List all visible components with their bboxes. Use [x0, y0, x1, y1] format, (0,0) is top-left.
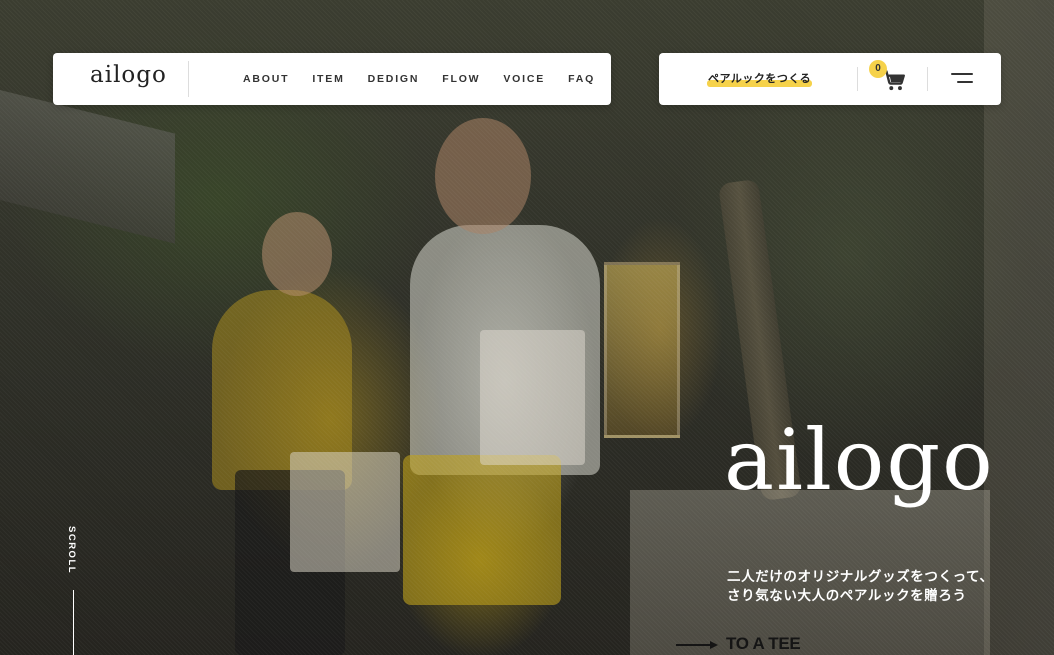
nav-item-faq[interactable]: FAQ: [568, 73, 595, 85]
actions-divider: [857, 67, 858, 91]
woman-head: [262, 212, 332, 296]
sign-arrow-icon: [676, 641, 718, 649]
hero-tagline: 二人だけのオリジナルグッズをつくって、 さり気ない大人のペアルックを贈ろう: [727, 567, 994, 605]
awning-shape: [0, 90, 175, 244]
woman-figure: [212, 290, 352, 490]
shop-door-shape: [604, 262, 680, 438]
nav-item-design[interactable]: DEDIGN: [368, 73, 420, 85]
cart-count-badge: 0: [869, 60, 887, 78]
sign-text: TO A TEE: [726, 634, 801, 653]
hamburger-menu-icon[interactable]: [951, 71, 975, 87]
nav-item-voice[interactable]: VOICE: [503, 73, 545, 85]
man-head: [435, 118, 531, 234]
main-navigation-bar: ailogo ABOUT ITEM DEDIGN FLOW VOICE FAQ: [53, 53, 611, 105]
nav-item-flow[interactable]: FLOW: [442, 73, 480, 85]
site-logo[interactable]: ailogo: [90, 62, 167, 88]
scroll-indicator-label[interactable]: SCROLL: [66, 526, 77, 574]
nav-divider: [188, 61, 189, 97]
burger-line-1: [951, 73, 973, 75]
nav-item-about[interactable]: ABOUT: [243, 73, 289, 85]
man-shorts: [403, 455, 561, 605]
hero-brand-logo: ailogo: [724, 411, 995, 509]
header-actions-bar: ペアルックをつくる 0: [659, 53, 1001, 105]
create-pair-look-button[interactable]: ペアルックをつくる: [708, 70, 811, 86]
nav-item-item[interactable]: ITEM: [312, 73, 344, 85]
burger-line-2: [957, 81, 973, 83]
man-figure: [410, 225, 600, 475]
scroll-indicator-line: [73, 590, 74, 655]
tagline-line-2: さり気ない大人のペアルックを贈ろう: [727, 588, 967, 603]
woman-pants: [235, 470, 345, 655]
tote-bag-left: [290, 452, 400, 572]
tagline-line-1: 二人だけのオリジナルグッズをつくって、: [727, 569, 994, 584]
nav-menu: ABOUT ITEM DEDIGN FLOW VOICE FAQ: [243, 73, 595, 85]
tote-bag-right: [480, 330, 585, 465]
actions-divider-2: [927, 67, 928, 91]
